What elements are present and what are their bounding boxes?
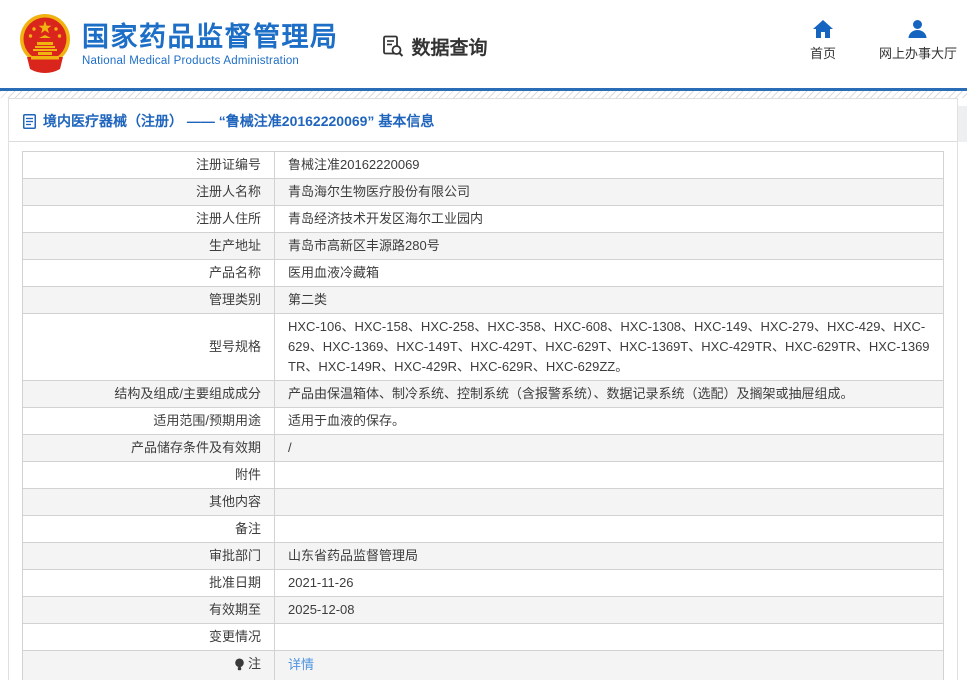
field-label: 附件 — [23, 462, 275, 489]
table-row: 产品储存条件及有效期 / — [23, 435, 944, 462]
breadcrumb: 境内医疗器械（注册） —— “鲁械注准20162220069” 基本信息 — [9, 99, 957, 142]
field-value: 山东省药品监督管理局 — [275, 543, 944, 570]
page-title: 境内医疗器械（注册） —— “鲁械注准20162220069” 基本信息 — [43, 111, 434, 131]
nav-item-service-hall[interactable]: 网上办事大厅 — [879, 20, 957, 62]
field-value — [275, 624, 944, 651]
detail-link[interactable]: 详情 — [288, 657, 314, 672]
field-value: 适用于血液的保存。 — [275, 408, 944, 435]
nav-item-home[interactable]: 首页 — [797, 20, 849, 62]
field-label: 备注 — [23, 516, 275, 543]
table-row: 适用范围/预期用途 适用于血液的保存。 — [23, 408, 944, 435]
nav-item-label: 首页 — [810, 43, 836, 62]
table-row: 注册证编号 鲁械注准20162220069 — [23, 152, 944, 179]
field-value: 第二类 — [275, 287, 944, 314]
field-value: 青岛经济技术开发区海尔工业园内 — [275, 206, 944, 233]
table-row: 结构及组成/主要组成成分 产品由保温箱体、制冷系统、控制系统（含报警系统）、数据… — [23, 381, 944, 408]
table-row: 变更情况 — [23, 624, 944, 651]
table-row: 备注 — [23, 516, 944, 543]
field-label: 注册人名称 — [23, 179, 275, 206]
field-value — [275, 516, 944, 543]
table-row: 有效期至 2025-12-08 — [23, 597, 944, 624]
field-value: HXC-106、HXC-158、HXC-258、HXC-358、HXC-608、… — [275, 314, 944, 381]
field-label: 批准日期 — [23, 570, 275, 597]
field-label: 有效期至 — [23, 597, 275, 624]
field-value: 详情 — [275, 651, 944, 680]
data-query-icon — [381, 34, 405, 58]
field-value: 2021-11-26 — [275, 570, 944, 597]
national-emblem-icon — [18, 13, 72, 75]
field-value: 青岛海尔生物医疗股份有限公司 — [275, 179, 944, 206]
note-label-text: 注 — [248, 655, 261, 673]
field-value: 2025-12-08 — [275, 597, 944, 624]
data-query-tab[interactable]: 数据查询 — [381, 33, 488, 60]
table-row: 产品名称 医用血液冷藏箱 — [23, 260, 944, 287]
table-row: 型号规格 HXC-106、HXC-158、HXC-258、HXC-358、HXC… — [23, 314, 944, 381]
table-row: 管理类别 第二类 — [23, 287, 944, 314]
field-value: 产品由保温箱体、制冷系统、控制系统（含报警系统）、数据记录系统（选配）及搁架或抽… — [275, 381, 944, 408]
field-label: 型号规格 — [23, 314, 275, 381]
note-bulb-icon — [234, 658, 245, 671]
field-label: 其他内容 — [23, 489, 275, 516]
field-label: 适用范围/预期用途 — [23, 408, 275, 435]
field-value: 医用血液冷藏箱 — [275, 260, 944, 287]
field-label: 审批部门 — [23, 543, 275, 570]
decorative-hatch-strip — [0, 91, 967, 98]
field-label: 产品名称 — [23, 260, 275, 287]
table-row: 生产地址 青岛市高新区丰源路280号 — [23, 233, 944, 260]
field-label: 生产地址 — [23, 233, 275, 260]
field-label: 注册证编号 — [23, 152, 275, 179]
home-icon — [813, 20, 833, 38]
field-label: 注 — [23, 651, 275, 680]
registration-info-table: 注册证编号 鲁械注准20162220069 注册人名称 青岛海尔生物医疗股份有限… — [22, 151, 944, 680]
table-row: 审批部门 山东省药品监督管理局 — [23, 543, 944, 570]
nav-item-label: 网上办事大厅 — [879, 43, 957, 62]
table-row: 附件 — [23, 462, 944, 489]
brand-text: 国家药品监督管理局 National Medical Products Admi… — [82, 22, 339, 67]
header-nav: 首页 网上办事大厅 — [797, 20, 957, 62]
field-label: 变更情况 — [23, 624, 275, 651]
page-header: 国家药品监督管理局 National Medical Products Admi… — [0, 0, 967, 88]
table-row: 其他内容 — [23, 489, 944, 516]
content-panel: 境内医疗器械（注册） —— “鲁械注准20162220069” 基本信息 注册证… — [8, 98, 958, 680]
table-row: 注册人名称 青岛海尔生物医疗股份有限公司 — [23, 179, 944, 206]
table-row: 批准日期 2021-11-26 — [23, 570, 944, 597]
field-value: 青岛市高新区丰源路280号 — [275, 233, 944, 260]
field-label: 管理类别 — [23, 287, 275, 314]
field-value — [275, 489, 944, 516]
data-query-label: 数据查询 — [412, 33, 488, 60]
field-label: 结构及组成/主要组成成分 — [23, 381, 275, 408]
site-title-en: National Medical Products Administration — [82, 55, 339, 67]
field-value — [275, 462, 944, 489]
field-value: 鲁械注准20162220069 — [275, 152, 944, 179]
field-label: 注册人住所 — [23, 206, 275, 233]
table-row: 注 详情 — [23, 651, 944, 680]
field-value: / — [275, 435, 944, 462]
document-icon — [23, 114, 36, 129]
main-content: 境内医疗器械（注册） —— “鲁械注准20162220069” 基本信息 注册证… — [0, 98, 967, 680]
user-icon — [908, 20, 927, 38]
brand-logo[interactable]: 国家药品监督管理局 National Medical Products Admi… — [18, 13, 339, 75]
field-label: 产品储存条件及有效期 — [23, 435, 275, 462]
site-title-cn: 国家药品监督管理局 — [82, 22, 339, 52]
table-row: 注册人住所 青岛经济技术开发区海尔工业园内 — [23, 206, 944, 233]
